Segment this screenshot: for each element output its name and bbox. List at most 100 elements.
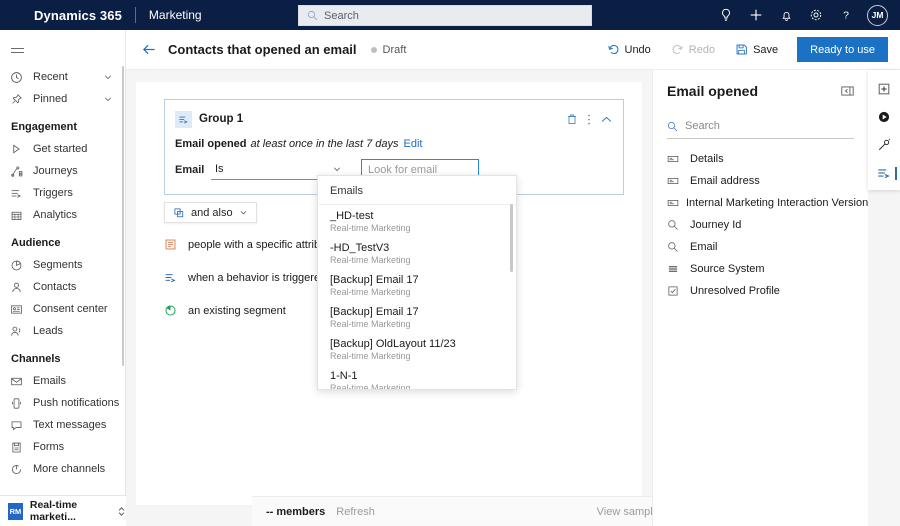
- attribute-item-details[interactable]: Details: [653, 148, 868, 170]
- updown-chevron-icon[interactable]: [117, 506, 126, 517]
- brand-name: Dynamics 365: [34, 7, 122, 23]
- sidebar-label: More channels: [33, 463, 106, 475]
- sidebar-item-forms[interactable]: Forms: [0, 436, 125, 458]
- sidebar-item-emails[interactable]: Emails: [0, 370, 125, 392]
- bell-icon[interactable]: [771, 0, 801, 30]
- dropdown-item-name: _HD-test: [330, 210, 374, 222]
- help-icon[interactable]: ?: [831, 0, 861, 30]
- sidebar-item-get-started[interactable]: Get started: [0, 138, 125, 160]
- sidebar-scrollbar[interactable]: [122, 66, 124, 366]
- sidebar-item-leads[interactable]: Leads: [0, 320, 125, 342]
- push-icon: [10, 397, 30, 410]
- hamburger-icon[interactable]: [0, 34, 34, 66]
- dropdown-item[interactable]: 1-N-1 Real-time Marketing: [318, 365, 516, 389]
- sidebar-item-push-notifications[interactable]: Push notifications: [0, 392, 125, 414]
- global-search-input[interactable]: Search: [298, 5, 592, 26]
- gear-icon[interactable]: [801, 0, 831, 30]
- dropdown-item-sub: Real-time Marketing: [330, 255, 411, 265]
- attribute-item-source-system[interactable]: Source System: [653, 258, 868, 280]
- sidebar-item-triggers[interactable]: Triggers: [0, 182, 125, 204]
- email-lookup-dropdown[interactable]: Emails _HD-test Real-time Marketing -HD_…: [317, 175, 517, 390]
- dropdown-scrollbar[interactable]: [510, 204, 513, 272]
- search-icon: [667, 121, 678, 132]
- collapse-panel-icon[interactable]: [841, 86, 854, 96]
- attribute-item-email-address[interactable]: Email address: [653, 170, 868, 192]
- email-icon: [10, 375, 30, 388]
- play-circle-icon[interactable]: [869, 103, 899, 131]
- group-card-title: Group 1: [199, 113, 244, 125]
- attribute-label: Details: [690, 153, 724, 165]
- edit-condition-link[interactable]: Edit: [404, 138, 423, 150]
- sidebar-item-contacts[interactable]: Contacts: [0, 276, 125, 298]
- dropdown-item-sub: Real-time Marketing: [330, 351, 411, 361]
- avatar[interactable]: JM: [867, 4, 888, 26]
- dropdown-item-name: [Backup] Email 17: [330, 306, 419, 318]
- option-people-with-attribute[interactable]: people with a specific attribute: [164, 238, 335, 251]
- sidebar-item-recent[interactable]: Recent: [0, 66, 125, 88]
- condition-detail: at least once in the last 7 days: [250, 138, 399, 150]
- option-existing-segment[interactable]: an existing segment: [164, 304, 286, 317]
- magic-wand-icon[interactable]: [869, 131, 899, 159]
- group-card-actions: [566, 113, 613, 126]
- contact-icon: [10, 281, 30, 294]
- dropdown-item-name: 1-N-1: [330, 370, 358, 382]
- triggers-icon[interactable]: [869, 159, 899, 187]
- condition-label: Email opened: [175, 138, 247, 150]
- back-arrow-icon[interactable]: [134, 35, 164, 65]
- redo-label: Redo: [688, 43, 716, 56]
- ready-to-use-button[interactable]: Ready to use: [797, 37, 888, 62]
- attribute-icon: [164, 238, 182, 251]
- chevron-down-icon[interactable]: [103, 72, 113, 82]
- attribute-label: Internal Marketing Interaction Version: [686, 197, 869, 209]
- app-area-switcher[interactable]: RM Real-time marketi...: [0, 495, 126, 526]
- sidebar-item-segments[interactable]: Segments: [0, 254, 125, 276]
- brand-divider: [134, 7, 136, 23]
- undo-icon: [607, 43, 620, 56]
- chevron-down-icon[interactable]: [103, 94, 113, 104]
- sidebar-item-pinned[interactable]: Pinned: [0, 88, 125, 110]
- undo-button[interactable]: Undo: [598, 37, 660, 63]
- option-label: people with a specific attribute: [188, 238, 336, 251]
- plus-icon[interactable]: [741, 0, 771, 30]
- option-behavior-triggered[interactable]: when a behavior is triggered: [164, 271, 326, 284]
- sidebar-item-consent-center[interactable]: Consent center: [0, 298, 125, 320]
- more-options-icon[interactable]: [587, 113, 591, 126]
- sidebar-item-analytics[interactable]: Analytics: [0, 204, 125, 226]
- attribute-item-email[interactable]: Email: [653, 236, 868, 258]
- save-button[interactable]: Save: [726, 37, 787, 63]
- and-also-button[interactable]: and also: [164, 202, 257, 223]
- lightbulb-icon[interactable]: [711, 0, 741, 30]
- collapse-chevron-icon[interactable]: [600, 115, 613, 124]
- member-count: -- members: [266, 505, 326, 518]
- attributes-search-input[interactable]: Search: [667, 114, 854, 139]
- add-box-icon[interactable]: [869, 75, 899, 103]
- status-dot-icon: [370, 46, 377, 53]
- text-field-icon: [667, 153, 683, 165]
- attribute-item-journey-id[interactable]: Journey Id: [653, 214, 868, 236]
- sidebar-item-text-messages[interactable]: Text messages: [0, 414, 125, 436]
- dropdown-item[interactable]: -HD_TestV3 Real-time Marketing: [318, 237, 516, 269]
- dropdown-item[interactable]: [Backup] Email 17 Real-time Marketing: [318, 269, 516, 301]
- dropdown-item[interactable]: _HD-test Real-time Marketing: [318, 205, 516, 237]
- attributes-panel: Email opened Search Details Email addres…: [652, 70, 868, 526]
- refresh-link[interactable]: Refresh: [336, 506, 375, 518]
- sidebar-label: Analytics: [33, 209, 78, 221]
- dropdown-item[interactable]: [Backup] Email 17 Real-time Marketing: [318, 301, 516, 333]
- sidebar-label: Get started: [33, 143, 88, 155]
- behavior-icon: [164, 271, 182, 284]
- journeys-icon: [10, 165, 30, 178]
- save-label: Save: [753, 43, 779, 56]
- sidebar-item-more-channels[interactable]: More channels: [0, 458, 125, 480]
- delete-icon[interactable]: [566, 113, 578, 125]
- attribute-label: Email: [690, 241, 718, 253]
- dropdown-item[interactable]: [Backup] OldLayout 11/23 Real-time Marke…: [318, 333, 516, 365]
- status-badge: Draft: [370, 44, 406, 56]
- sidebar-item-journeys[interactable]: Journeys: [0, 160, 125, 182]
- attribute-item-unresolved-profile[interactable]: Unresolved Profile: [653, 280, 868, 302]
- search-icon: [307, 10, 318, 21]
- attribute-item-internal-marketing-interaction-version[interactable]: Internal Marketing Interaction Version: [653, 192, 868, 214]
- analytics-icon: [10, 209, 30, 222]
- redo-button[interactable]: Redo: [662, 37, 724, 63]
- sidebar-label: Text messages: [33, 419, 107, 431]
- email-lookup-placeholder: Look for email: [368, 163, 438, 176]
